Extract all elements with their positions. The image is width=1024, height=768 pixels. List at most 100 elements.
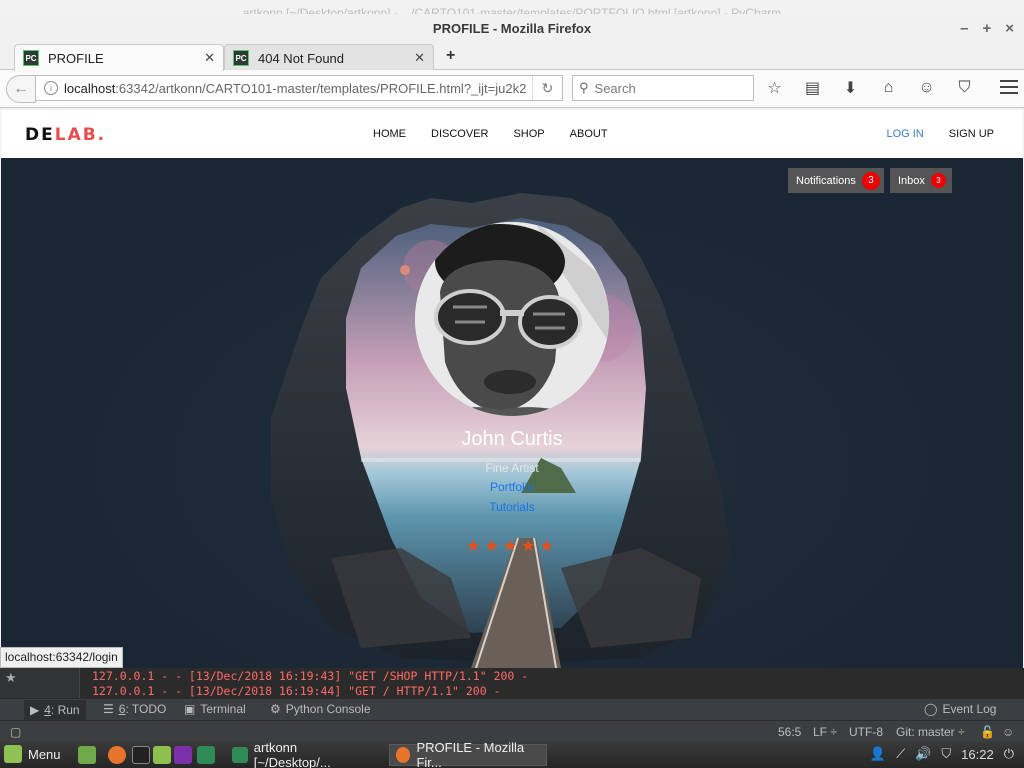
inspector-icon[interactable]: ☺	[1002, 725, 1014, 739]
close-window-button[interactable]: ×	[1005, 14, 1014, 44]
url-bar[interactable]: i localhost:63342/artkonn/CARTO101-maste…	[35, 75, 563, 101]
portfolio-link[interactable]: Portfolio	[1, 480, 1023, 494]
network-icon[interactable]: ⟋	[896, 746, 905, 762]
window-title: PROFILE - Mozilla Firefox	[432, 21, 592, 36]
pycharm-favicon-icon: PC	[233, 50, 249, 66]
system-tray: 👤 ⟋ 🔊 ⛉ 16:22 ⏻	[870, 746, 1014, 762]
nav-home[interactable]: HOME	[373, 128, 406, 140]
clock[interactable]: 16:22	[961, 747, 994, 762]
tool-run-label: : Run	[50, 703, 80, 717]
profile-role: Fine Artist	[485, 461, 539, 475]
file-encoding[interactable]: UTF-8	[849, 725, 883, 739]
logo-lab: LAB.	[54, 125, 107, 145]
notifications-button[interactable]: Notifications 3	[788, 168, 884, 193]
lock-icon[interactable]: 🔓	[980, 725, 995, 739]
site-info-icon[interactable]: i	[44, 81, 58, 95]
mint-logo-icon	[4, 745, 22, 763]
inbox-button[interactable]: Inbox 3	[890, 168, 952, 193]
line-separator[interactable]: LF ÷	[813, 725, 837, 739]
tab-404[interactable]: PC 404 Not Found ✕	[224, 44, 434, 71]
url-host: localhost	[64, 80, 116, 96]
console-gutter: ★	[0, 668, 80, 698]
window-controls: – + ×	[960, 14, 1014, 44]
nav-about[interactable]: ABOUT	[570, 128, 608, 140]
pycharm-launcher-icon[interactable]	[197, 746, 215, 764]
firefox-task-icon	[396, 747, 411, 763]
avatar-portrait-image	[415, 222, 609, 416]
tool-python-console-label: Python Console	[285, 702, 371, 716]
reading-list-icon[interactable]: ▤	[802, 76, 823, 100]
login-link[interactable]: LOG IN	[886, 128, 923, 140]
pocket-icon[interactable]: ⛉	[954, 76, 975, 100]
hamburger-menu-icon[interactable]	[1000, 80, 1018, 98]
search-placeholder: Search	[594, 80, 636, 96]
tool-run[interactable]: ▶ 4: Run	[24, 700, 86, 720]
favorites-star-icon[interactable]: ★	[5, 670, 17, 686]
task-firefox-label: PROFILE - Mozilla Fir...	[416, 740, 525, 768]
show-desktop-icon[interactable]	[78, 746, 96, 764]
window-titlebar: PROFILE - Mozilla Firefox – + ×	[0, 14, 1024, 44]
run-play-icon: ▶	[30, 703, 40, 717]
git-branch[interactable]: Git: master ÷	[896, 725, 965, 739]
task-pycharm[interactable]: artkonn [~/Desktop/...	[226, 740, 382, 768]
shield-icon[interactable]: ⛉	[941, 746, 951, 762]
search-input[interactable]: ⚲ Search	[572, 75, 754, 101]
inbox-count-badge: 3	[930, 173, 946, 188]
back-button[interactable]: ←	[6, 75, 36, 103]
desktop-taskbar: Menu artkonn [~/Desktop/... PROFILE - Mo…	[0, 740, 1024, 768]
maximize-button[interactable]: +	[982, 14, 991, 44]
new-tab-button[interactable]: +	[446, 47, 455, 65]
start-menu-label: Menu	[28, 746, 61, 762]
profile-avatar	[415, 222, 609, 416]
page-viewport: DELAB. HOME DISCOVER SHOP ABOUT LOG IN S…	[1, 110, 1023, 668]
hello-icon[interactable]: ☺	[916, 76, 937, 100]
download-icon[interactable]: ⬇	[840, 76, 861, 100]
console-log-line: 127.0.0.1 - - [13/Dec/2018 16:19:44] "GE…	[92, 684, 501, 698]
notifications-count-badge: 3	[861, 171, 880, 190]
bookmark-star-icon[interactable]: ☆	[764, 76, 785, 100]
signup-link[interactable]: SIGN UP	[949, 128, 994, 140]
tool-todo-label: : TODO	[125, 702, 167, 716]
auth-links: LOG IN SIGN UP	[886, 128, 994, 140]
console-log-line: 127.0.0.1 - - [13/Dec/2018 16:19:43] "GE…	[92, 669, 529, 683]
tutorials-link[interactable]: Tutorials	[1, 500, 1023, 514]
tool-todo[interactable]: ☰ 6: TODO	[103, 702, 166, 716]
pycharm-task-icon	[232, 747, 248, 763]
firefox-launcher-icon[interactable]	[108, 746, 126, 764]
nav-shop[interactable]: SHOP	[513, 128, 544, 140]
layout-toggle-icon[interactable]: ▢	[10, 725, 21, 739]
close-tab-icon[interactable]: ✕	[414, 50, 425, 66]
files-launcher-icon[interactable]	[153, 746, 171, 764]
task-firefox[interactable]: PROFILE - Mozilla Fir...	[389, 740, 547, 768]
notifications-label: Notifications	[796, 174, 856, 187]
caret-position[interactable]: 56:5	[778, 725, 801, 739]
run-console-output: ★ 127.0.0.1 - - [13/Dec/2018 16:19:43] "…	[0, 668, 1024, 698]
event-log-button[interactable]: ◯ Event Log	[924, 702, 996, 716]
firefox-window: PROFILE - Mozilla Firefox – + × PC PROFI…	[0, 14, 1024, 668]
back-arrow-icon: ←	[13, 80, 29, 97]
tool-python-console[interactable]: ⚙ Python Console	[270, 702, 371, 716]
terminal-icon: ▣	[184, 702, 196, 716]
home-icon[interactable]: ⌂	[878, 76, 899, 100]
tool-terminal[interactable]: ▣ Terminal	[184, 702, 246, 716]
phpstorm-launcher-icon[interactable]	[174, 746, 192, 764]
search-icon: ⚲	[579, 80, 589, 95]
close-tab-icon[interactable]: ✕	[204, 50, 215, 66]
event-log-icon: ◯	[924, 702, 938, 716]
tool-run-number: 4	[44, 703, 51, 717]
start-menu-button[interactable]: Menu	[4, 745, 61, 763]
event-log-label: Event Log	[942, 702, 997, 716]
reload-icon[interactable]: ↻	[532, 76, 562, 100]
todo-list-icon: ☰	[103, 702, 114, 716]
site-logo[interactable]: DELAB.	[25, 125, 106, 145]
nav-discover[interactable]: DISCOVER	[431, 128, 488, 140]
site-menu: HOME DISCOVER SHOP ABOUT	[373, 128, 608, 140]
volume-icon[interactable]: 🔊	[915, 746, 931, 762]
tab-profile[interactable]: PC PROFILE ✕	[14, 44, 224, 71]
site-header: DELAB. HOME DISCOVER SHOP ABOUT LOG IN S…	[1, 110, 1023, 158]
minimize-button[interactable]: –	[960, 14, 968, 44]
terminal-launcher-icon[interactable]	[132, 746, 150, 764]
link-hover-status: localhost:63342/login	[0, 647, 123, 668]
power-icon[interactable]: ⏻	[1004, 746, 1014, 762]
user-icon[interactable]: 👤	[870, 746, 886, 762]
